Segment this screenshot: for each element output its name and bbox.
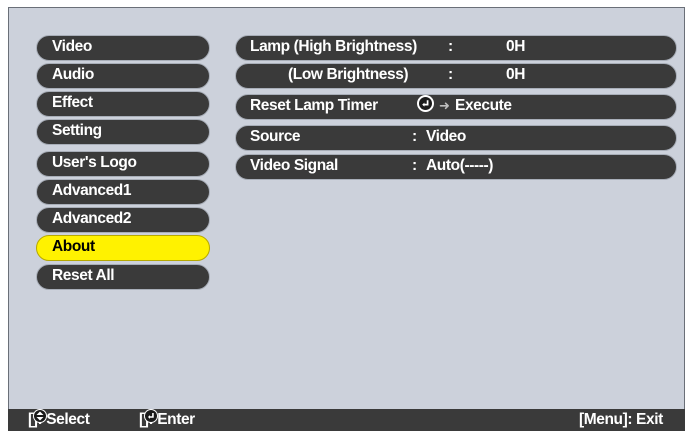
sidebar-item-reset-all[interactable]: Reset All <box>36 264 210 290</box>
reset-lamp-timer-row[interactable]: Reset Lamp Timer ➜ Execute <box>235 94 677 120</box>
lamp-low-value: 0H <box>506 66 526 83</box>
video-signal-row: Video Signal : Auto(-----) <box>235 154 677 180</box>
lamp-low-colon: : <box>448 66 453 83</box>
sidebar-item-advanced1[interactable]: Advanced1 <box>36 179 210 205</box>
source-value: Video <box>426 128 466 145</box>
lamp-high-value: 0H <box>506 38 526 55</box>
sidebar-item-effect[interactable]: Effect <box>36 91 210 117</box>
lamp-high-row: Lamp (High Brightness) : 0H <box>235 35 677 61</box>
source-label: Source <box>250 128 301 145</box>
sidebar-item-video[interactable]: Video <box>36 35 210 61</box>
exit-hint: [Menu]: Exit <box>579 411 663 428</box>
enter-hint: []: Enter <box>139 409 195 428</box>
sidebar-item-users-logo[interactable]: User's Logo <box>36 151 210 177</box>
lamp-low-row: (Low Brightness) : 0H <box>235 63 677 89</box>
lamp-low-label: (Low Brightness) <box>288 66 409 83</box>
sidebar-item-audio[interactable]: Audio <box>36 63 210 89</box>
sidebar-item-setting[interactable]: Setting <box>36 119 210 145</box>
arrow-right-icon: ➜ <box>439 98 450 113</box>
execute-label[interactable]: Execute <box>455 95 512 117</box>
enter-icon <box>417 95 434 112</box>
sidebar-item-about[interactable]: About <box>36 235 210 261</box>
source-colon: : <box>412 128 417 145</box>
source-row: Source : Video <box>235 125 677 151</box>
select-hint: []: Select <box>28 409 90 428</box>
sidebar-item-advanced2[interactable]: Advanced2 <box>36 207 210 233</box>
lamp-high-colon: : <box>448 38 453 55</box>
help-bar: []: Select []: Enter [Menu]: Exit <box>8 409 685 431</box>
lamp-high-label: Lamp (High Brightness) <box>250 38 417 55</box>
video-signal-colon: : <box>412 157 417 174</box>
video-signal-label: Video Signal <box>250 157 338 174</box>
reset-lamp-timer-label: Reset Lamp Timer <box>250 97 378 114</box>
enter-key-icon <box>143 409 158 423</box>
updown-arrow-icon <box>32 409 47 423</box>
video-signal-value: Auto(-----) <box>426 157 494 174</box>
